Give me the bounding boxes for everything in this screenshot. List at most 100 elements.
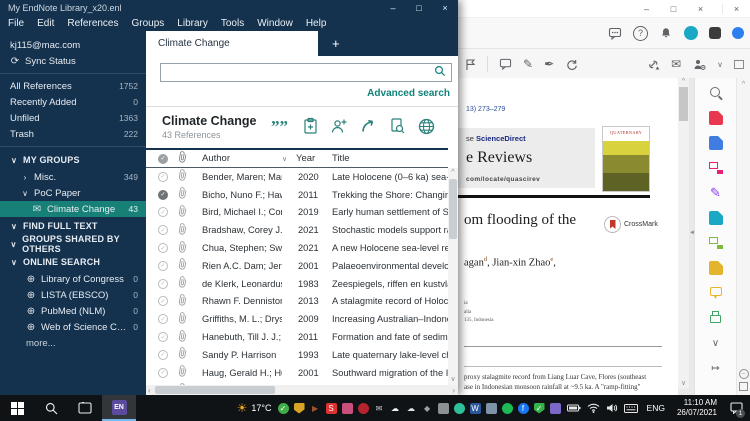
background-window-close-button[interactable]: × [722, 3, 750, 14]
wifi-icon[interactable] [587, 403, 600, 413]
sort-chevron-icon[interactable]: ∨ [282, 155, 296, 163]
rust-arrow-icon[interactable]: ▶ [310, 403, 321, 414]
reference-row[interactable]: ✓ Haug, Gerald H.; Hughen... 2001 Southw… [146, 364, 448, 382]
sign-pen-icon[interactable]: ✒ [544, 57, 554, 71]
facebook-icon[interactable]: f [517, 402, 529, 414]
sidebar-group-item[interactable]: ∨ PoC Paper [0, 185, 146, 201]
start-button[interactable] [0, 395, 34, 421]
list-horizontal-scrollbar[interactable]: ‹ › [146, 385, 458, 395]
author-column-header[interactable]: Author [202, 153, 282, 164]
export-doc-icon[interactable] [708, 211, 723, 225]
search-box[interactable] [160, 63, 452, 82]
scroll-up-icon[interactable]: ^ [682, 78, 685, 85]
export-pdf-icon[interactable] [708, 111, 723, 125]
menu-item[interactable]: File [8, 18, 24, 29]
share-person-icon[interactable] [329, 116, 349, 136]
antivirus-check-icon[interactable]: ✓ [277, 402, 289, 414]
battery-icon[interactable] [566, 404, 581, 412]
read-status-icon[interactable]: ✓ [158, 332, 168, 343]
read-status-icon[interactable]: ✓ [158, 171, 168, 182]
combine-files-icon[interactable] [708, 236, 723, 250]
account-avatar[interactable] [684, 26, 698, 40]
menu-item[interactable]: Edit [37, 18, 54, 29]
sidebar-group-item[interactable]: › Misc. 349 [0, 169, 146, 185]
mail-tray-icon[interactable]: ✉ [374, 403, 385, 414]
read-status-icon[interactable]: ✓ [158, 189, 168, 200]
print-production-icon[interactable] [709, 311, 723, 325]
reference-row[interactable]: ✓ Rien A.C. Dam; Jennie Fl... 2001 Palae… [146, 257, 448, 275]
more-tools-chevron-icon[interactable]: ∨ [709, 336, 723, 350]
scroll-down-icon[interactable]: ∨ [681, 379, 686, 387]
edit-pdf-icon[interactable] [708, 161, 723, 175]
advanced-search-link[interactable]: Advanced search [146, 82, 458, 107]
search-input[interactable] [166, 66, 434, 79]
online-search-header[interactable]: ∨ ONLINE SEARCH [0, 253, 146, 271]
comments-icon[interactable] [608, 27, 622, 40]
adobe-red-icon[interactable] [357, 402, 369, 414]
language-indicator[interactable]: ENG [644, 403, 668, 413]
menu-item[interactable]: Groups [132, 18, 165, 29]
account-item[interactable]: kj115@mac.com [0, 37, 146, 53]
taskbar-search-icon[interactable] [34, 395, 68, 421]
list-vertical-scrollbar[interactable]: ^ ∨ [448, 168, 458, 385]
creative-app-icon[interactable] [341, 402, 353, 414]
search-tools-icon[interactable] [709, 86, 723, 100]
window-layout-icon[interactable] [734, 59, 744, 69]
organize-pages-icon[interactable] [708, 261, 723, 275]
reference-row[interactable]: ✓ Griffiths, M. L.; Drysdale, ... 2009 I… [146, 310, 448, 328]
list-scroll-down-icon[interactable]: ∨ [450, 375, 455, 383]
find-full-text-header[interactable]: ∨ FIND FULL TEXT [0, 217, 146, 235]
minimize-button[interactable]: – [380, 0, 406, 16]
onedrive-icon[interactable]: ☁ [390, 403, 401, 414]
fill-sign-icon[interactable] [709, 186, 723, 200]
quote-citation-icon[interactable]: ”” [271, 116, 291, 136]
reference-row[interactable]: ✓ Bradshaw, Corey J. A.; N... 2021 Stoch… [146, 221, 448, 239]
person-gear-icon[interactable] [692, 58, 706, 71]
word-icon[interactable]: W [469, 402, 481, 414]
reference-row[interactable]: ✓ Wang Hong; Eddy Kepp... 1995 Oxygen an… [146, 382, 448, 385]
sophos-icon[interactable]: S [325, 402, 337, 414]
onedrive-alt-icon[interactable]: ☁ [406, 403, 417, 414]
comment-icon[interactable] [499, 58, 512, 70]
steel-app-icon[interactable] [485, 402, 497, 414]
task-view-icon[interactable] [68, 395, 102, 421]
new-tab-button[interactable]: + [332, 31, 340, 56]
read-status-column-icon[interactable]: ✓ [158, 153, 168, 164]
online-search-item[interactable]: ⊕ PubMed (NLM) 0 [0, 303, 146, 319]
chat-app-icon[interactable] [453, 402, 465, 414]
rail-scroll-up-icon[interactable]: ^ [742, 81, 745, 88]
weather-widget[interactable]: ☀ 17°C [237, 401, 272, 415]
notifications-bell-icon[interactable] [659, 26, 673, 40]
online-search-item[interactable]: ⊕ Library of Congress 0 [0, 271, 146, 287]
menu-item[interactable]: Help [306, 18, 327, 29]
collapse-panel-icon[interactable]: ↦ [709, 361, 723, 375]
sidebar-library-item[interactable]: Recently Added 0 [0, 94, 146, 110]
clock[interactable]: 11:10 AM 26/07/2021 [674, 398, 720, 417]
read-status-icon[interactable]: ✓ [158, 243, 168, 254]
attachment-column-icon[interactable] [178, 150, 202, 167]
read-status-icon[interactable]: ✓ [158, 260, 168, 271]
online-search-item[interactable]: ⊕ LISTA (EBSCO) 0 [0, 287, 146, 303]
menu-item[interactable]: References [67, 18, 118, 29]
sidebar-library-item[interactable]: All References 1752 [0, 78, 146, 94]
list-scroll-up-icon[interactable]: ^ [451, 169, 454, 176]
zoom-out-icon[interactable]: – [738, 369, 749, 379]
touch-keyboard-icon[interactable] [623, 403, 638, 413]
title-column-header[interactable]: Title [332, 153, 448, 164]
tab-climate-change[interactable]: Climate Change [146, 31, 318, 56]
search-icon[interactable] [434, 64, 446, 82]
menu-item[interactable]: Tools [221, 18, 244, 29]
action-center-icon[interactable]: 1 [726, 395, 746, 421]
sidebar-library-item[interactable]: Unfiled 1363 [0, 110, 146, 126]
create-pdf-icon[interactable] [708, 136, 723, 150]
year-column-header[interactable]: Year [296, 153, 332, 164]
scan-rotate-icon[interactable] [565, 58, 578, 71]
list-scrollbar-thumb[interactable] [449, 179, 457, 239]
gold-shield-icon[interactable] [293, 402, 305, 414]
annotate-pencil-icon[interactable]: ✎ [523, 57, 533, 71]
sidebar-group-item[interactable]: ✉ Climate Change 43 [0, 201, 146, 217]
sync-status-item[interactable]: ⟳ Sync Status [0, 53, 146, 69]
dropbox-icon[interactable]: ◆ [422, 403, 433, 414]
acrobat-minimize-button[interactable]: – [633, 4, 660, 14]
online-search-item[interactable]: ⊕ Web of Science Core Coll... 0 [0, 319, 146, 335]
